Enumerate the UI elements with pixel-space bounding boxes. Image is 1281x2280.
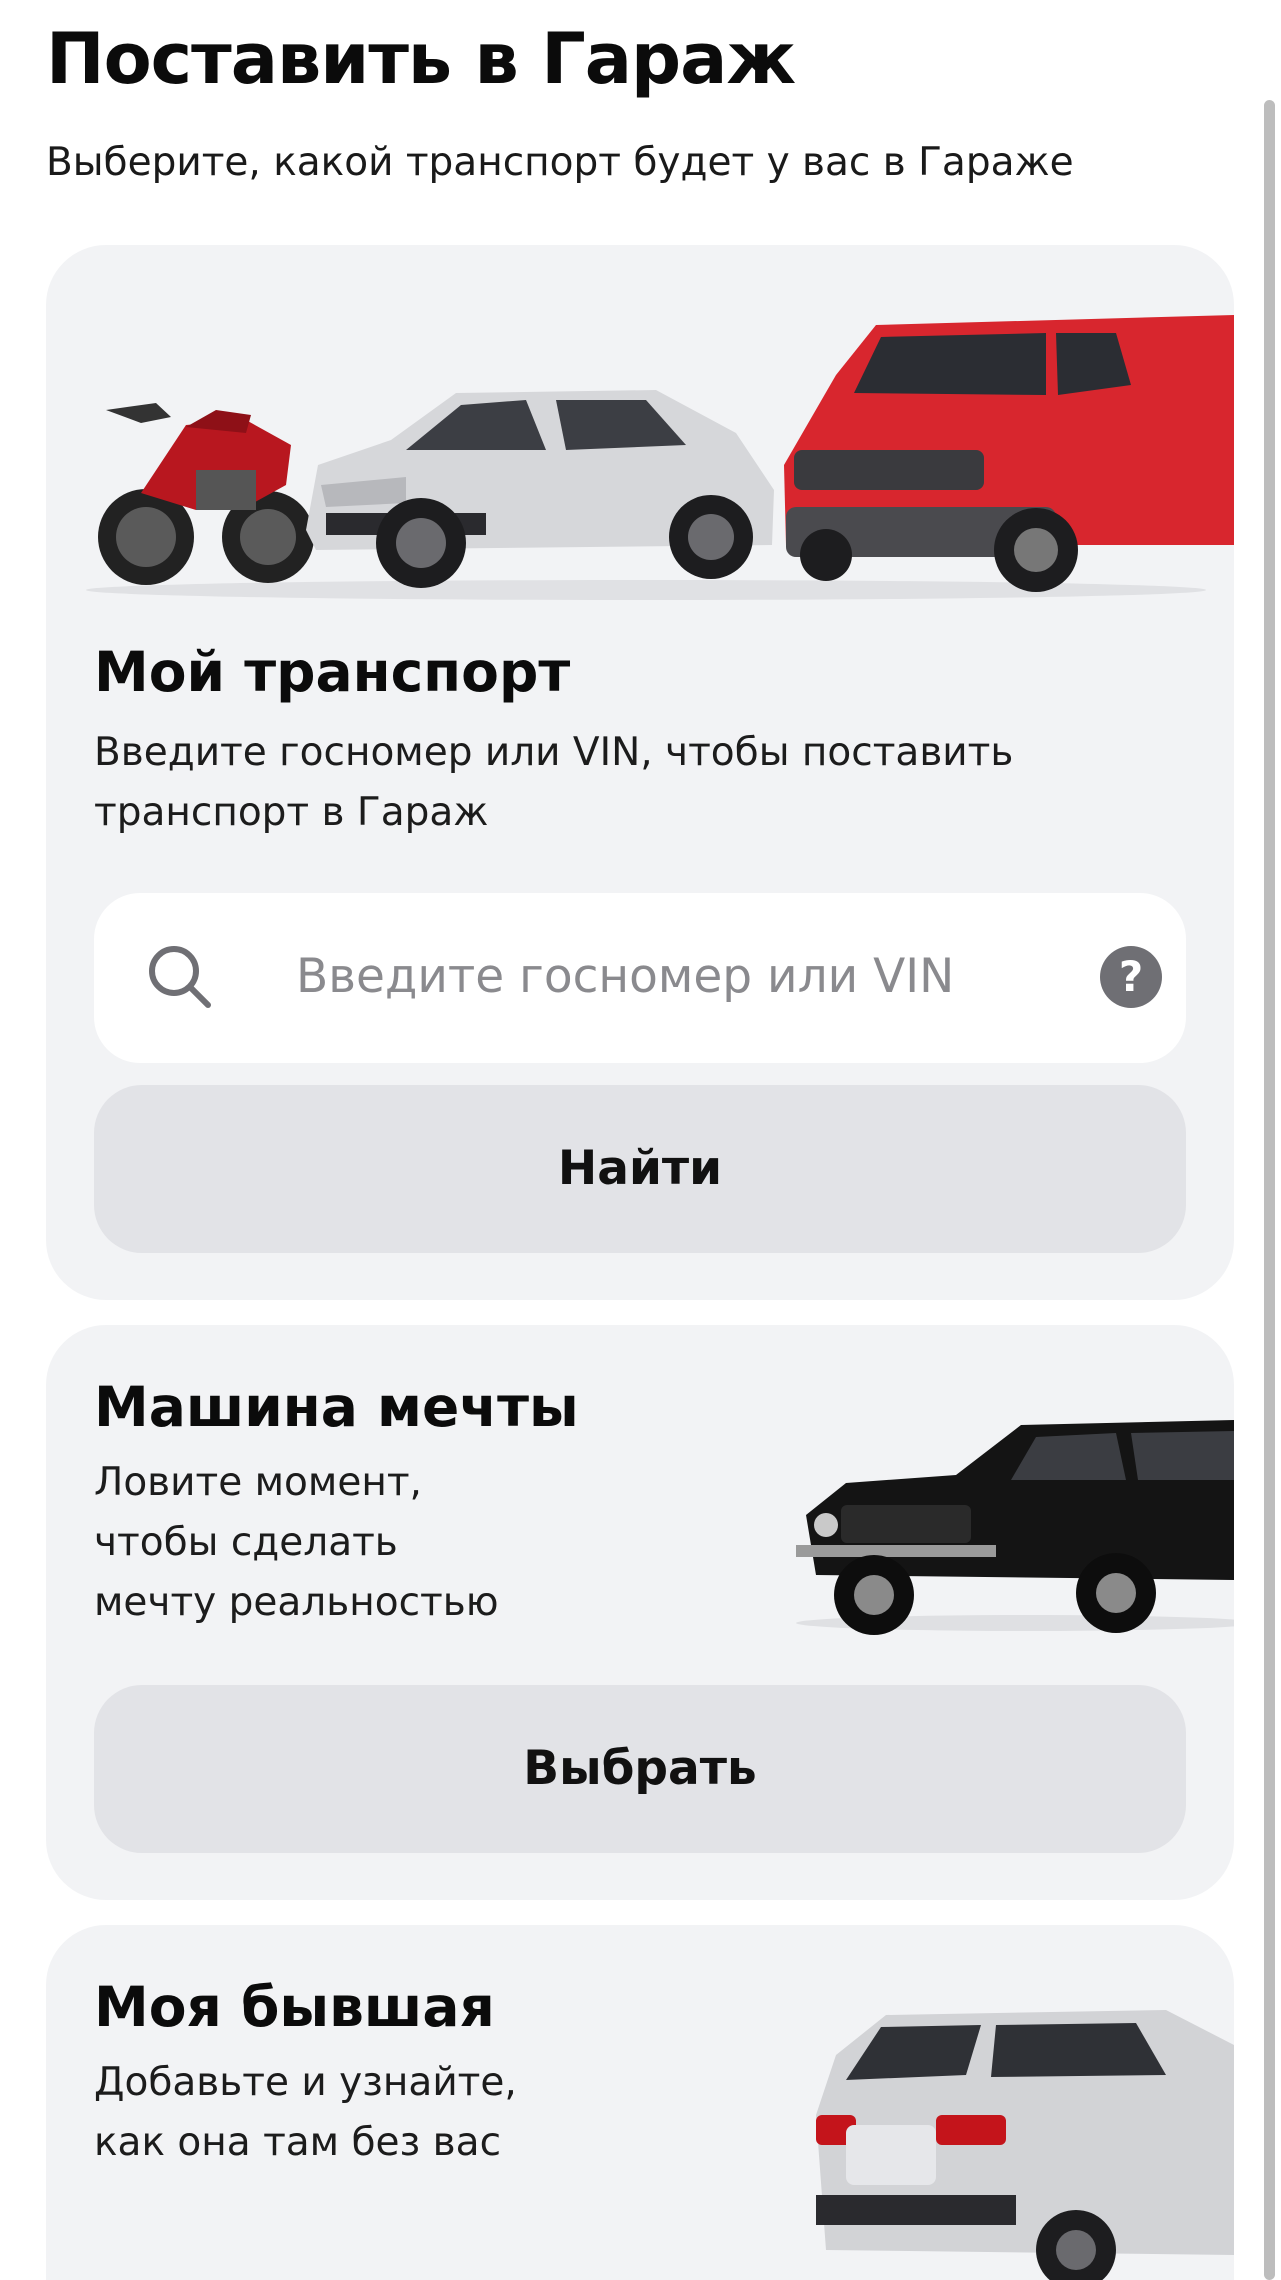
search-placeholder[interactable]: Введите госномер или VIN [296, 949, 954, 1004]
dream-car-card[interactable]: Машина мечты Ловите момент, чтобы сделат… [46, 1325, 1234, 1900]
motorcycle-image [98, 403, 314, 585]
ex-car-description: Добавьте и узнайте, как она там без вас [94, 2060, 517, 2165]
silver-hatchback-image [306, 390, 774, 588]
vehicles-illustration [86, 315, 1234, 600]
red-van-image [784, 315, 1234, 592]
my-transport-title: Мой транспорт [94, 640, 571, 704]
search-icon [149, 946, 211, 1008]
choose-button[interactable]: Выбрать [94, 1685, 1186, 1853]
ex-car-card[interactable]: Моя бывшая Добавьте и узнайте, как она т… [46, 1925, 1234, 2280]
dream-car-title: Машина мечты [94, 1375, 579, 1439]
find-button[interactable]: Найти [94, 1085, 1186, 1253]
scrollbar[interactable] [1264, 100, 1275, 2280]
plate-vin-search-field[interactable]: Введите госномер или VIN ? [94, 893, 1186, 1063]
silver-suv-image [816, 2010, 1234, 2280]
black-classic-car-image [796, 1420, 1234, 1635]
my-transport-card: Мой транспорт Введите госномер или VIN, … [46, 245, 1234, 1300]
page-subtitle: Выберите, какой транспорт будет у вас в … [46, 140, 1074, 185]
help-icon[interactable]: ? [1100, 946, 1162, 1008]
my-transport-description: Введите госномер или VIN, чтобы поставит… [94, 730, 1014, 835]
page-title: Поставить в Гараж [46, 18, 796, 100]
dream-car-description: Ловите момент, чтобы сделать мечту реаль… [94, 1460, 499, 1625]
ex-car-title: Моя бывшая [94, 1975, 495, 2039]
